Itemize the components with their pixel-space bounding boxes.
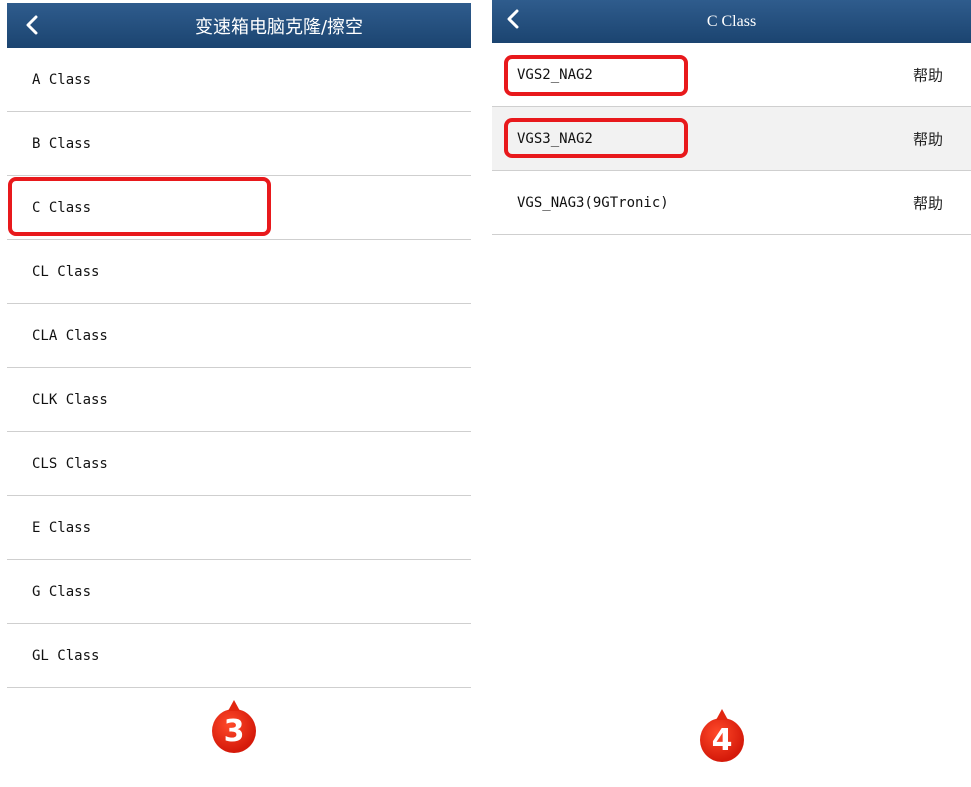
- list-item-label: VGS2_NAG2: [517, 66, 593, 83]
- page-title: 变速箱电脑克隆/擦空: [194, 16, 364, 38]
- list-item-label: C Class: [32, 199, 92, 216]
- list-item-label: E Class: [32, 519, 92, 536]
- list-item-label: CLA Class: [32, 327, 108, 344]
- help-button[interactable]: 帮助: [913, 64, 943, 85]
- list-item[interactable]: C Class: [7, 176, 471, 240]
- list-item[interactable]: GL Class: [7, 624, 471, 688]
- class-list: A Class B Class C Class CL Class CLA Cla…: [7, 48, 471, 688]
- list-item-label: GL Class: [32, 647, 100, 664]
- list-item[interactable]: VGS_NAG3(9GTronic) 帮助: [492, 171, 971, 235]
- help-button[interactable]: 帮助: [913, 192, 943, 213]
- help-button[interactable]: 帮助: [913, 128, 943, 149]
- right-screen: C Class VGS2_NAG2 帮助 VGS3_NAG2 帮助 VGS_NA…: [492, 0, 971, 787]
- list-item[interactable]: VGS2_NAG2 帮助: [492, 43, 971, 107]
- list-item-label: CL Class: [32, 263, 100, 280]
- list-item-label: CLK Class: [32, 391, 108, 408]
- left-screen: 变速箱电脑克隆/擦空 A Class B Class C Class CL Cl…: [7, 0, 471, 787]
- list-item[interactable]: CLS Class: [7, 432, 471, 496]
- header-bar: C Class: [492, 0, 971, 43]
- list-item[interactable]: CLA Class: [7, 304, 471, 368]
- list-item[interactable]: G Class: [7, 560, 471, 624]
- list-item[interactable]: B Class: [7, 112, 471, 176]
- list-item[interactable]: A Class: [7, 48, 471, 112]
- list-item-label: VGS_NAG3(9GTronic): [517, 194, 669, 211]
- step-badge: 3: [212, 700, 256, 753]
- model-list: VGS2_NAG2 帮助 VGS3_NAG2 帮助 VGS_NAG3(9GTro…: [492, 43, 971, 235]
- back-button[interactable]: [21, 14, 43, 36]
- list-item-label: G Class: [32, 583, 92, 600]
- list-item[interactable]: CL Class: [7, 240, 471, 304]
- page-title: C Class: [706, 12, 757, 30]
- list-item-label: CLS Class: [32, 455, 108, 472]
- list-item-label: VGS3_NAG2: [517, 130, 593, 147]
- list-item-label: A Class: [32, 71, 92, 88]
- chevron-left-icon: [26, 15, 38, 35]
- list-item[interactable]: VGS3_NAG2 帮助: [492, 107, 971, 171]
- list-item[interactable]: E Class: [7, 496, 471, 560]
- list-item-label: B Class: [32, 135, 92, 152]
- header-bar: 变速箱电脑克隆/擦空: [7, 3, 471, 48]
- step-badge: 4: [700, 709, 744, 762]
- list-item[interactable]: CLK Class: [7, 368, 471, 432]
